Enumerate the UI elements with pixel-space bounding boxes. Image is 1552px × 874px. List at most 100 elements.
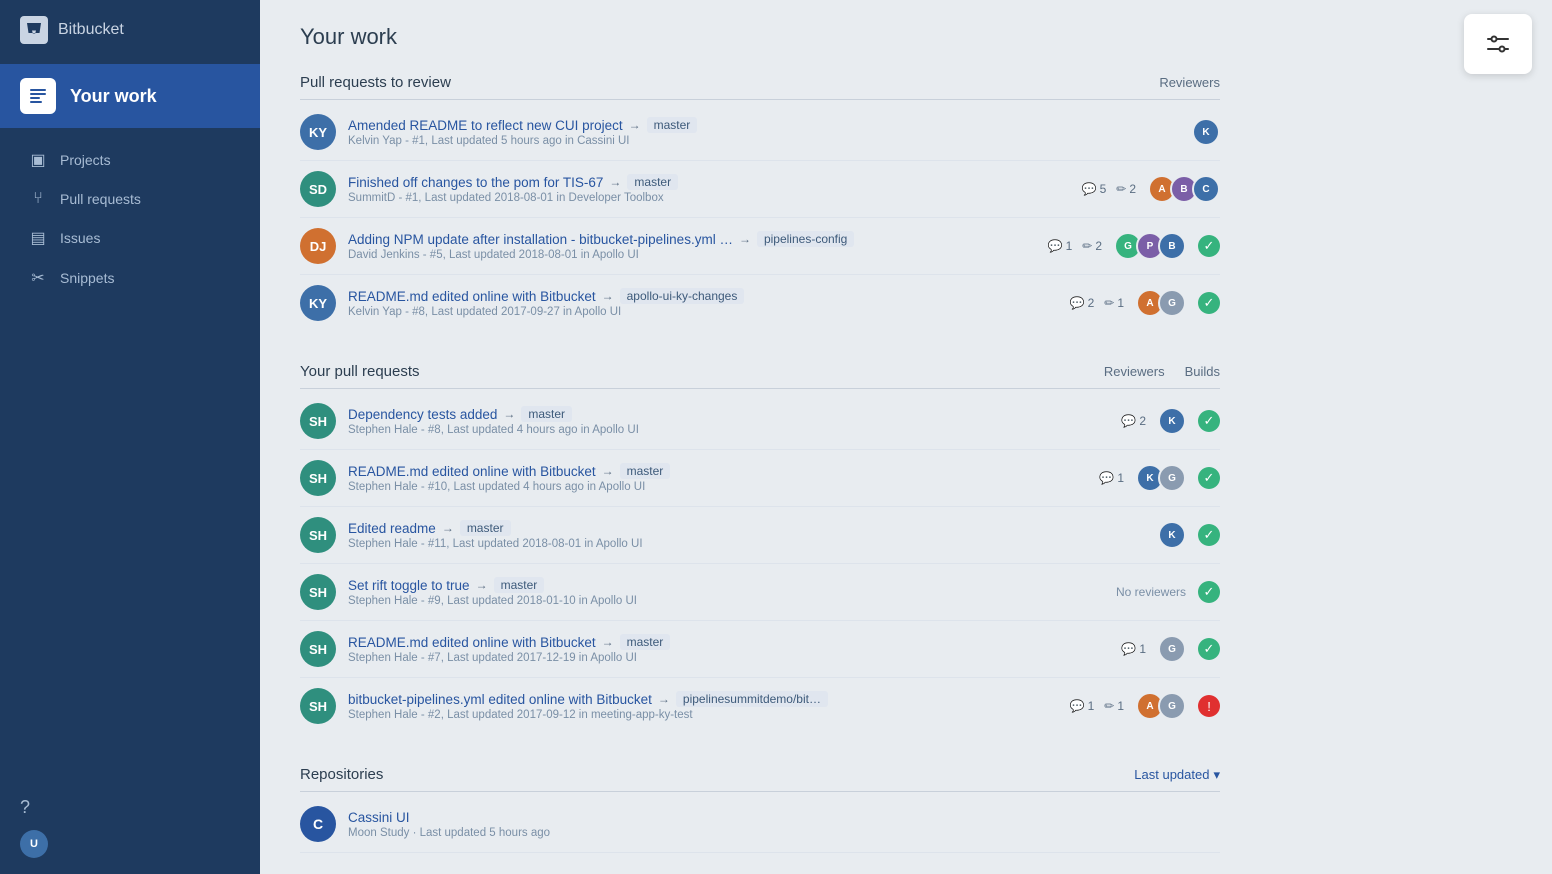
pr-stats: 💬1 ✏2 bbox=[1048, 239, 1102, 253]
pr-meta: Stephen Hale - #2, Last updated 2017-09-… bbox=[348, 709, 1058, 721]
pr-meta: Stephen Hale - #7, Last updated 2017-12-… bbox=[348, 652, 1109, 664]
build-status-success: ✓ bbox=[1198, 638, 1220, 660]
build-status-success: ✓ bbox=[1198, 410, 1220, 432]
your-work-icon bbox=[20, 78, 56, 114]
projects-label: Projects bbox=[60, 152, 111, 168]
projects-icon: ▣ bbox=[28, 150, 48, 170]
reviewer-avatars: K G bbox=[1136, 464, 1186, 492]
stat: ✏2 bbox=[1082, 239, 1102, 253]
avatar: SH bbox=[300, 517, 336, 553]
filter-icon bbox=[1484, 30, 1512, 58]
reviewer-avatars: K bbox=[1158, 521, 1186, 549]
stat: 💬1 bbox=[1121, 642, 1146, 656]
reviewer-avatars: A G bbox=[1136, 692, 1186, 720]
avatar: SH bbox=[300, 460, 336, 496]
filter-button[interactable] bbox=[1464, 14, 1532, 74]
sidebar-bottom: ? U bbox=[0, 781, 260, 874]
snippets-label: Snippets bbox=[60, 270, 114, 286]
avatar: KY bbox=[300, 114, 336, 150]
sidebar-item-your-work[interactable]: Your work bbox=[0, 64, 260, 128]
user-avatar[interactable]: U bbox=[20, 830, 48, 858]
pr-review-row-4[interactable]: KY README.md edited online with Bitbucke… bbox=[300, 275, 1220, 331]
pr-info: README.md edited online with Bitbucket →… bbox=[348, 463, 1087, 493]
pr-title: README.md edited online with Bitbucket →… bbox=[348, 463, 1087, 479]
avatar: SH bbox=[300, 688, 336, 724]
section-title-your-prs: Your pull requests bbox=[300, 363, 420, 380]
section-header-review: Pull requests to review Reviewers bbox=[300, 74, 1220, 100]
pr-stats: 💬5 ✏2 bbox=[1082, 182, 1136, 196]
repo-sort-label: Last updated bbox=[1134, 767, 1209, 782]
sidebar-item-issues[interactable]: ▤ Issues bbox=[0, 218, 260, 258]
avatar: SH bbox=[300, 631, 336, 667]
pr-title: README.md edited online with Bitbucket →… bbox=[348, 634, 1109, 650]
pr-info: Set rift toggle to true → master Stephen… bbox=[348, 577, 1092, 607]
repo-icon: C bbox=[300, 806, 336, 842]
build-status-success: ✓ bbox=[1198, 292, 1220, 314]
stat: 💬5 bbox=[1082, 182, 1107, 196]
reviewer-avatars: A G bbox=[1136, 289, 1186, 317]
pr-info: README.md edited online with Bitbucket →… bbox=[348, 288, 1058, 318]
section-header-your-prs: Your pull requests Reviewers Builds bbox=[300, 363, 1220, 389]
pull-requests-label: Pull requests bbox=[60, 191, 141, 207]
pr-info: Edited readme → master Stephen Hale - #1… bbox=[348, 520, 1134, 550]
pr-review-row-1[interactable]: KY Amended README to reflect new CUI pro… bbox=[300, 104, 1220, 161]
repo-name: Cassini UI bbox=[348, 810, 1220, 825]
pr-meta: Kelvin Yap - #1, Last updated 5 hours ag… bbox=[348, 135, 1168, 147]
build-status-success: ✓ bbox=[1198, 581, 1220, 603]
issues-icon: ▤ bbox=[28, 228, 48, 248]
your-pull-requests-section: Your pull requests Reviewers Builds SH D… bbox=[300, 363, 1220, 734]
your-pr-row-4[interactable]: SH Set rift toggle to true → master Step… bbox=[300, 564, 1220, 621]
your-pr-row-2[interactable]: SH README.md edited online with Bitbucke… bbox=[300, 450, 1220, 507]
avatar: G bbox=[1158, 692, 1186, 720]
avatar: G bbox=[1158, 635, 1186, 663]
pr-title: Adding NPM update after installation - b… bbox=[348, 231, 1036, 247]
pr-stats: 💬1 ✏1 bbox=[1070, 699, 1124, 713]
section-cols-review: Reviewers bbox=[1159, 75, 1220, 90]
issues-label: Issues bbox=[60, 230, 100, 246]
sidebar-item-snippets[interactable]: ✂ Snippets bbox=[0, 258, 260, 298]
pull-requests-icon: ⑂ bbox=[28, 190, 48, 208]
app-logo[interactable]: Bitbucket bbox=[0, 0, 260, 60]
sidebar-active-label: Your work bbox=[70, 86, 157, 107]
pr-info: Adding NPM update after installation - b… bbox=[348, 231, 1036, 261]
avatar: DJ bbox=[300, 228, 336, 264]
stat: 💬1 bbox=[1048, 239, 1073, 253]
pr-stats: 💬1 bbox=[1121, 642, 1146, 656]
avatar: C bbox=[1192, 175, 1220, 203]
stat: 💬1 bbox=[1099, 471, 1124, 485]
your-pr-row-5[interactable]: SH README.md edited online with Bitbucke… bbox=[300, 621, 1220, 678]
pr-stats: 💬2 bbox=[1121, 414, 1146, 428]
your-pr-row-3[interactable]: SH Edited readme → master Stephen Hale -… bbox=[300, 507, 1220, 564]
pr-meta: Stephen Hale - #11, Last updated 2018-08… bbox=[348, 538, 1134, 550]
pr-info: Amended README to reflect new CUI projec… bbox=[348, 117, 1168, 147]
pr-meta: Stephen Hale - #9, Last updated 2018-01-… bbox=[348, 595, 1092, 607]
pr-title: Amended README to reflect new CUI projec… bbox=[348, 117, 1168, 133]
avatar: K bbox=[1192, 118, 1220, 146]
help-icon[interactable]: ? bbox=[20, 797, 240, 818]
avatar: B bbox=[1158, 232, 1186, 260]
stat: ✏2 bbox=[1116, 182, 1136, 196]
repo-section-header: Repositories Last updated ▾ bbox=[300, 766, 1220, 792]
pr-info: README.md edited online with Bitbucket →… bbox=[348, 634, 1109, 664]
repo-sort-dropdown[interactable]: Last updated ▾ bbox=[1134, 767, 1220, 783]
your-pr-row-6[interactable]: SH bitbucket-pipelines.yml edited online… bbox=[300, 678, 1220, 734]
repositories-section: Repositories Last updated ▾ C Cassini UI… bbox=[300, 766, 1220, 853]
repo-row-1[interactable]: C Cassini UI Moon Study · Last updated 5… bbox=[300, 796, 1220, 853]
build-status-success: ✓ bbox=[1198, 235, 1220, 257]
sidebar-nav: ▣ Projects ⑂ Pull requests ▤ Issues ✂ Sn… bbox=[0, 132, 260, 306]
pr-title: Set rift toggle to true → master bbox=[348, 577, 1092, 593]
pr-title: Edited readme → master bbox=[348, 520, 1134, 536]
reviewer-avatars: G P B bbox=[1114, 232, 1186, 260]
section-cols-your-prs: Reviewers Builds bbox=[1104, 364, 1220, 379]
pr-title: Dependency tests added → master bbox=[348, 406, 1109, 422]
repo-meta: Moon Study · Last updated 5 hours ago bbox=[348, 827, 1220, 839]
sidebar-item-pull-requests[interactable]: ⑂ Pull requests bbox=[0, 180, 260, 218]
avatar: SD bbox=[300, 171, 336, 207]
avatar: SH bbox=[300, 574, 336, 610]
pr-review-row-2[interactable]: SD Finished off changes to the pom for T… bbox=[300, 161, 1220, 218]
reviewer-avatars: A B C bbox=[1148, 175, 1220, 203]
sidebar-item-projects[interactable]: ▣ Projects bbox=[0, 140, 260, 180]
your-pr-row-1[interactable]: SH Dependency tests added → master Steph… bbox=[300, 393, 1220, 450]
pr-review-row-3[interactable]: DJ Adding NPM update after installation … bbox=[300, 218, 1220, 275]
app-name: Bitbucket bbox=[58, 21, 124, 39]
